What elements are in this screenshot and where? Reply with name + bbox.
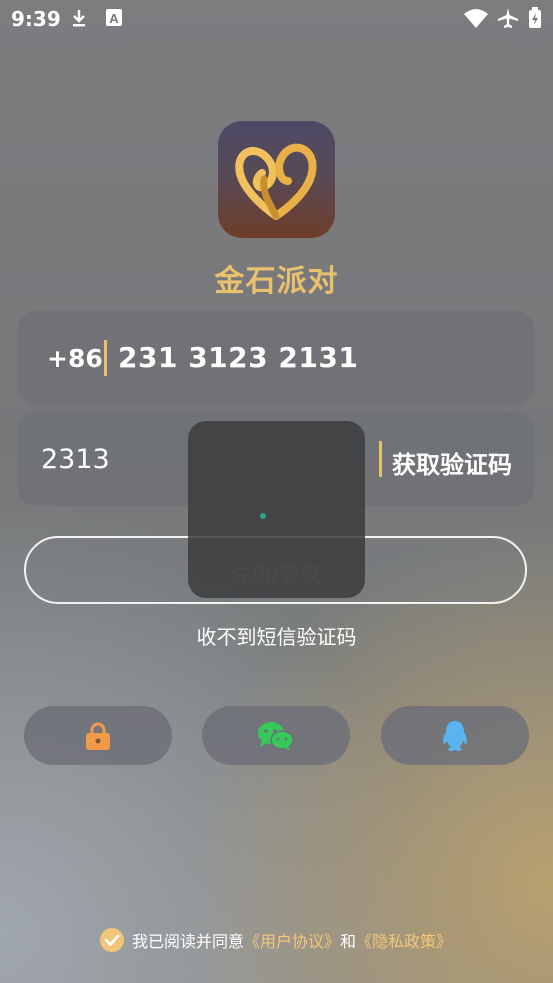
heart-knot-icon bbox=[235, 143, 317, 220]
loading-spinner-icon bbox=[260, 513, 266, 519]
code-input[interactable]: 2313 bbox=[41, 444, 110, 475]
no-code-link[interactable]: 收不到短信验证码 bbox=[0, 621, 553, 650]
status-bar: 9:39 A bbox=[0, 0, 553, 38]
user-agreement-link[interactable]: 《用户协议》 bbox=[244, 928, 340, 952]
qq-login-button[interactable] bbox=[381, 706, 529, 765]
download-icon bbox=[73, 10, 85, 27]
wechat-login-button[interactable] bbox=[202, 706, 350, 765]
agreement-and: 和 bbox=[340, 932, 357, 951]
field-divider bbox=[379, 441, 382, 477]
agreement-row: 我已阅读并同意 《用户协议》 和 《隐私政策》 bbox=[100, 928, 452, 952]
phone-input[interactable]: 231 3123 2131 bbox=[118, 341, 358, 374]
svg-text:A: A bbox=[109, 11, 119, 26]
airplane-icon bbox=[498, 8, 518, 28]
battery-icon bbox=[529, 7, 541, 28]
get-code-button[interactable]: 获取验证码 bbox=[392, 445, 512, 480]
wechat-icon bbox=[258, 721, 294, 751]
font-icon: A bbox=[106, 9, 122, 26]
loading-overlay bbox=[188, 421, 365, 598]
qq-icon bbox=[442, 720, 468, 751]
lock-icon bbox=[86, 722, 110, 750]
app-name: 金石派对 bbox=[214, 264, 339, 299]
country-code[interactable]: +86 bbox=[47, 344, 103, 373]
status-time: 9:39 bbox=[11, 7, 61, 31]
wifi-icon bbox=[464, 9, 488, 28]
field-divider bbox=[104, 340, 107, 376]
checkmark-icon bbox=[104, 934, 120, 946]
app-logo bbox=[218, 121, 335, 238]
privacy-policy-link[interactable]: 《隐私政策》 bbox=[356, 928, 452, 952]
agreement-prefix: 我已阅读并同意 bbox=[132, 932, 245, 951]
agreement-checkbox[interactable] bbox=[100, 928, 124, 952]
phone-field[interactable]: +86 231 3123 2131 bbox=[18, 311, 534, 405]
password-login-button[interactable] bbox=[24, 706, 172, 765]
